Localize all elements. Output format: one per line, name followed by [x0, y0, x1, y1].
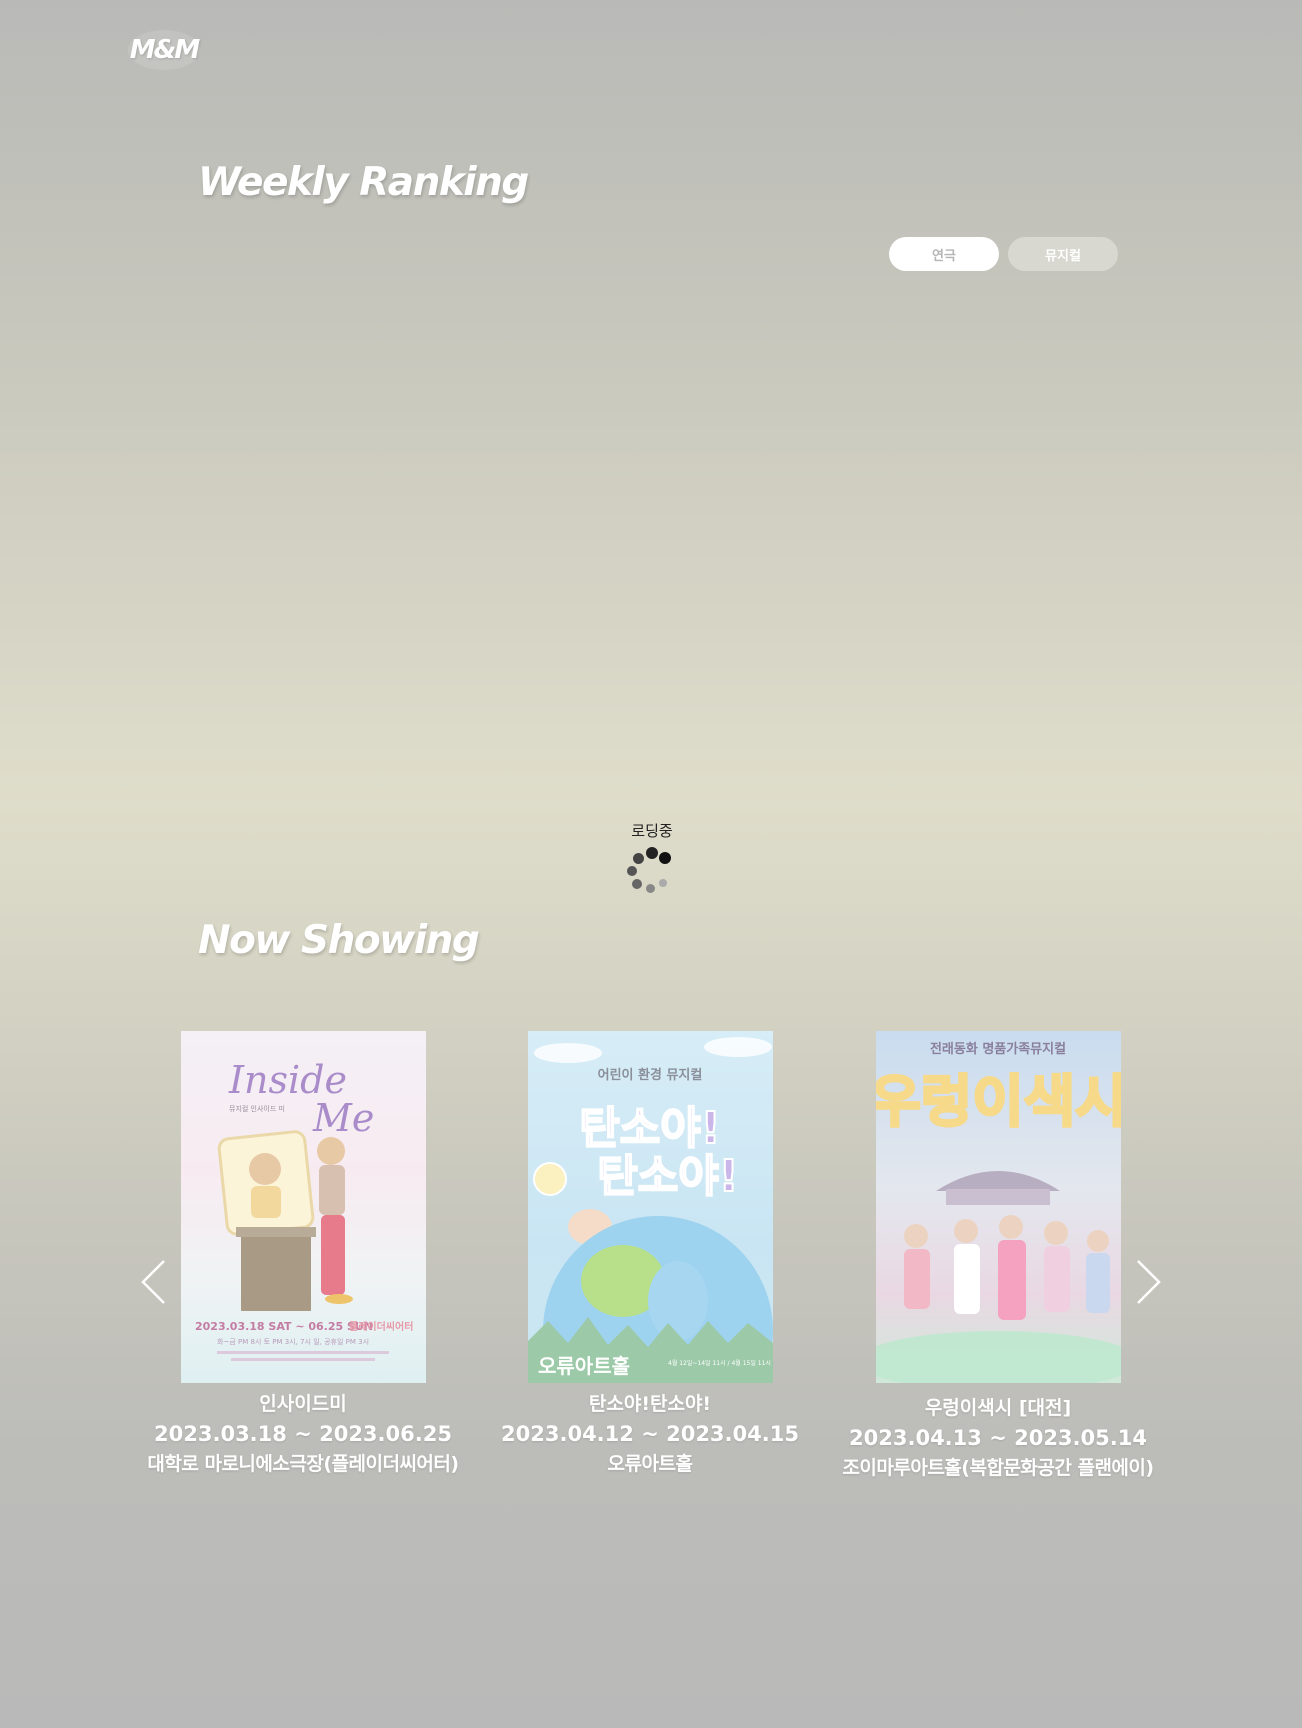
now-showing-title: Now Showing [198, 918, 480, 963]
poster-top: 전래동화 명품가족뮤지컬 [929, 1041, 1065, 1057]
show-name[interactable]: 탄소야!탄소야! [470, 1389, 830, 1416]
loading-text: 로딩중 [631, 822, 673, 840]
poster-image[interactable]: 전래동화 명품가족뮤지컬 우렁이색시 [875, 1031, 1121, 1383]
poster-times: 화~금 PM 8시 토 PM 3시, 7시 일, 공휴일 PM 3시 [217, 1337, 369, 1346]
show-name[interactable]: 인사이드미 [123, 1389, 483, 1416]
show-date: 2023.04.12 ~ 2023.04.15 [501, 1422, 799, 1446]
show-date: 2023.03.18 ~ 2023.06.25 [154, 1422, 452, 1446]
poster-image[interactable]: Inside Me 뮤지컬 인사이드 미 2023.03.18 SAT ~ 06… [180, 1031, 426, 1383]
tab-play[interactable]: 연극 [889, 237, 999, 271]
poster-schedule: 4월 12일~14일 11시 / 4월 15일 11시 14시 16시 [668, 1359, 773, 1367]
poster-theater: 플레이더씨어터 [349, 1320, 413, 1333]
poster-hall: 오류아트홀 [538, 1354, 630, 1378]
show-card[interactable]: 어린이 환경 뮤지컬 탄소야! 탄소야! 오류아트홀 4월 12일~14일 11… [470, 1031, 830, 1476]
tab-musical[interactable]: 뮤지컬 [1008, 237, 1118, 271]
poster-top: 어린이 환경 뮤지컬 [597, 1067, 702, 1083]
poster-dates: 2023.03.18 SAT ~ 06.25 SUN [195, 1320, 373, 1333]
loading-indicator: 로딩중 [602, 820, 702, 897]
poster-title: 우렁이색시 [876, 1070, 1121, 1135]
show-date: 2023.04.13 ~ 2023.05.14 [849, 1426, 1147, 1450]
poster-subtitle: 뮤지컬 인사이드 미 [229, 1104, 285, 1113]
poster-title-1: 탄소야! [579, 1103, 721, 1154]
show-name[interactable]: 우렁이색시 [대전] [818, 1393, 1178, 1420]
poster-title-2: Me [312, 1096, 374, 1140]
show-card[interactable]: 전래동화 명품가족뮤지컬 우렁이색시 우렁이색시 [대전] 2023.04.13… [818, 1031, 1178, 1480]
show-venue: 조이마루아트홀(복합문화공간 플랜에이) [842, 1457, 1154, 1479]
show-card[interactable]: Inside Me 뮤지컬 인사이드 미 2023.03.18 SAT ~ 06… [123, 1031, 483, 1476]
poster-image[interactable]: 어린이 환경 뮤지컬 탄소야! 탄소야! 오류아트홀 4월 12일~14일 11… [527, 1031, 773, 1383]
show-venue: 대학로 마로니에소극장(플레이더씨어터) [147, 1453, 459, 1475]
show-venue: 오류아트홀 [607, 1453, 693, 1475]
site-logo[interactable]: M&M [128, 30, 200, 70]
weekly-ranking-title: Weekly Ranking [198, 160, 529, 205]
loading-spinner-icon [627, 847, 677, 897]
logo-text: M&M [129, 35, 200, 65]
poster-title-2: 탄소야! [597, 1151, 739, 1202]
